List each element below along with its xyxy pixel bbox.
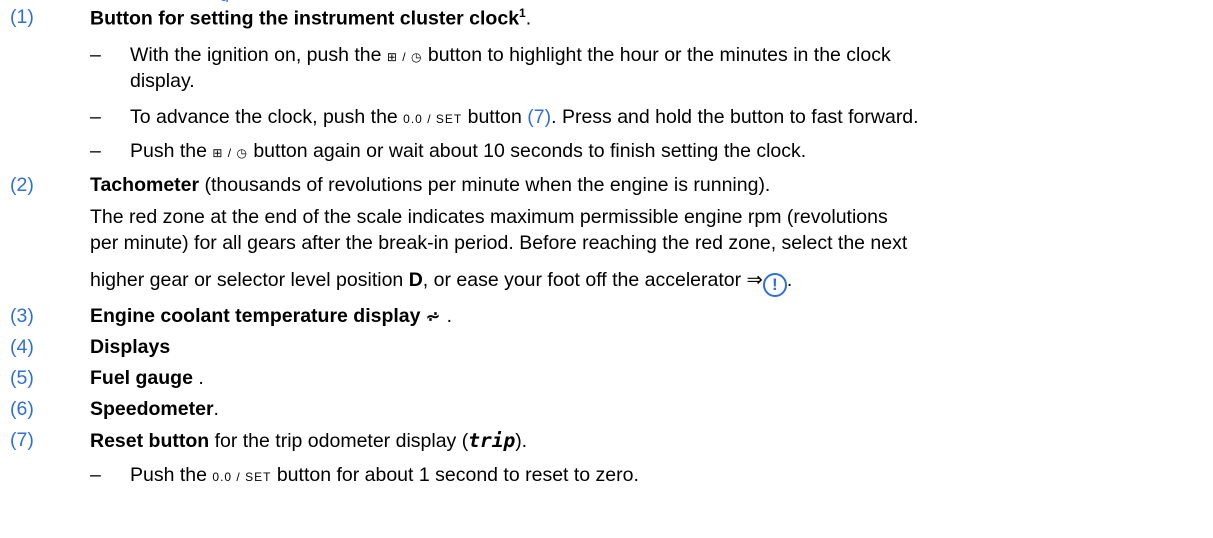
- footnote-ref[interactable]: 1: [519, 6, 526, 20]
- step-text: Push the ⊞ / ◷ button again or wait abou…: [130, 140, 807, 162]
- bullet-dash: –: [90, 464, 101, 486]
- item-7-link[interactable]: (7): [527, 106, 551, 128]
- item-title: Reset button for the trip odometer displ…: [90, 429, 528, 452]
- bullet-dash: –: [90, 140, 101, 162]
- item-number[interactable]: (4): [10, 336, 34, 359]
- warning-icon[interactable]: !: [762, 273, 787, 297]
- bullet-dash: –: [90, 44, 101, 66]
- item-title: Speedometer.: [90, 398, 219, 420]
- step-text: With the ignition on, push the ⊞ / ◷ but…: [130, 44, 891, 66]
- trip-label: trip: [468, 429, 516, 452]
- set-button-icon: 0.0 / SET: [212, 470, 272, 484]
- step-text-cont: display.: [130, 70, 195, 92]
- step-text: To advance the clock, push the 0.0 / SET…: [130, 106, 919, 128]
- bullet-dash: –: [90, 106, 101, 128]
- clock-button-icon: ⊞ / ◷: [212, 146, 248, 160]
- top-link-fragment[interactable]: g: [220, 0, 320, 2]
- item-title: Engine coolant temperature display ⩫ .: [90, 305, 453, 327]
- item-title: Tachometer (thousands of revolutions per…: [90, 174, 771, 196]
- set-button-icon: 0.0 / SET: [403, 112, 463, 126]
- clock-button-icon: ⊞ / ◷: [386, 50, 423, 64]
- item-number[interactable]: (2): [10, 174, 34, 197]
- item-number[interactable]: (5): [10, 367, 34, 390]
- paragraph-line: higher gear or selector level position D…: [90, 268, 792, 297]
- paragraph-line: per minute) for all gears after the brea…: [90, 232, 908, 254]
- item-number[interactable]: (1): [10, 6, 34, 29]
- item-title: Displays: [90, 336, 171, 358]
- paragraph-line: The red zone at the end of the scale ind…: [90, 206, 888, 228]
- step-text: Push the 0.0 / SET button for about 1 se…: [130, 464, 639, 486]
- item-number[interactable]: (7): [10, 429, 34, 452]
- item-title: Fuel gauge .: [90, 367, 204, 389]
- item-number[interactable]: (6): [10, 398, 34, 421]
- item-number[interactable]: (3): [10, 305, 34, 328]
- coolant-temperature-icon: ⩫: [425, 307, 442, 326]
- item-title: Button for setting the instrument cluste…: [90, 6, 532, 30]
